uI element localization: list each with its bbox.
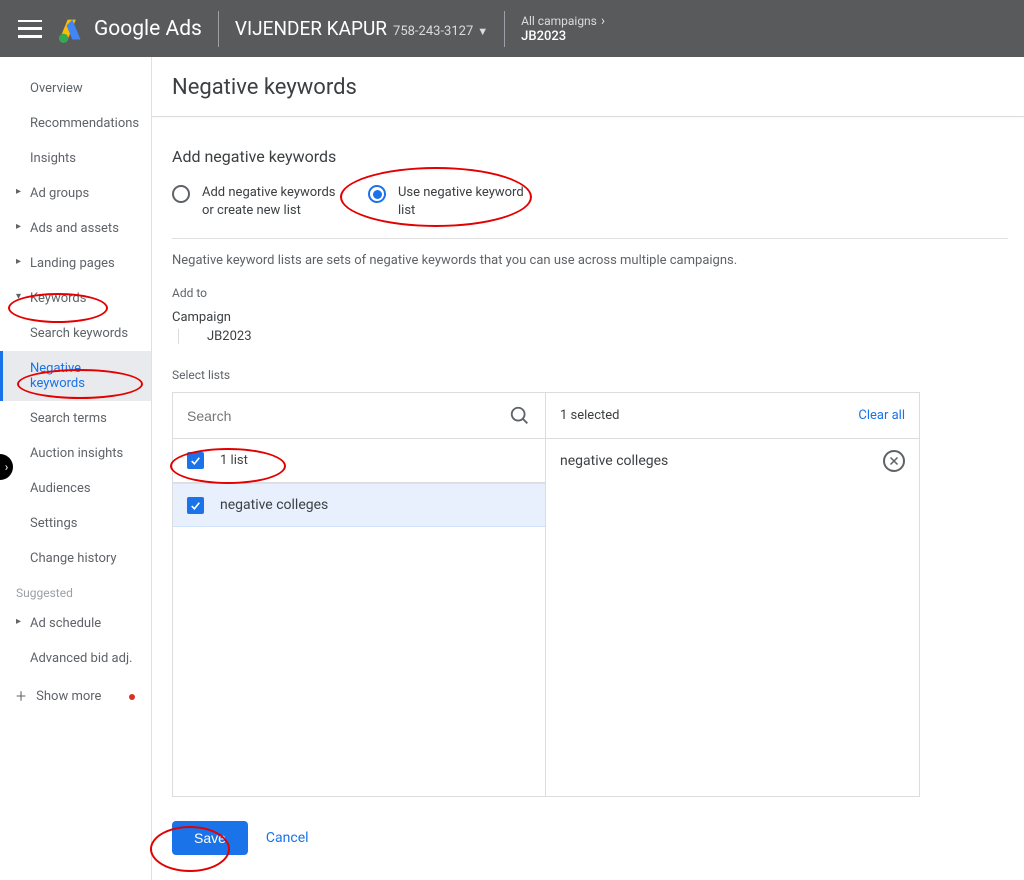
side-nav: Overview Recommendations Insights Ad gro… bbox=[0, 57, 152, 880]
selected-count: 1 selected bbox=[560, 408, 619, 423]
plus-icon: + bbox=[16, 686, 26, 707]
selected-header: 1 selected Clear all bbox=[546, 393, 919, 439]
nav-overview[interactable]: Overview bbox=[0, 71, 151, 106]
account-switcher[interactable]: VIJENDER KAPUR 758-243-3127 ▼ bbox=[235, 17, 488, 40]
nav-auction-insights[interactable]: Auction insights bbox=[0, 436, 151, 471]
title-divider bbox=[152, 116, 1024, 117]
header-divider bbox=[218, 11, 219, 47]
list-selector: 1 list negative colleges 1 selected Clea… bbox=[172, 392, 920, 797]
nav-insights[interactable]: Insights bbox=[0, 141, 151, 176]
google-ads-logo-icon bbox=[56, 15, 84, 43]
nav-keywords[interactable]: Keywords bbox=[0, 281, 151, 316]
campaign-selector[interactable]: Campaign JB2023 bbox=[172, 310, 1008, 344]
alert-dot-icon bbox=[129, 694, 135, 700]
account-id: 758-243-3127 bbox=[393, 24, 473, 39]
nav-ad-groups[interactable]: Ad groups bbox=[0, 176, 151, 211]
list-count-label: 1 list bbox=[220, 453, 248, 468]
chevron-right-icon: › bbox=[601, 13, 605, 29]
selected-lists-pane: 1 selected Clear all negative colleges bbox=[546, 393, 919, 796]
account-name: VIJENDER KAPUR bbox=[235, 17, 387, 40]
hamburger-menu-icon[interactable] bbox=[18, 20, 42, 38]
nav-advanced-bid[interactable]: Advanced bid adj. bbox=[0, 641, 151, 676]
radio-group: Add negative keywords or create new list… bbox=[172, 184, 1008, 239]
campaign-label: Campaign bbox=[172, 310, 1008, 325]
header-divider bbox=[504, 11, 505, 47]
search-row bbox=[173, 393, 545, 439]
chevron-down-icon: ▼ bbox=[477, 25, 488, 38]
nav-show-more[interactable]: + Show more bbox=[0, 676, 151, 717]
radio-label: Use negative keyword list bbox=[398, 184, 538, 220]
list-item[interactable]: negative colleges bbox=[173, 483, 545, 527]
select-all-row[interactable]: 1 list bbox=[173, 439, 545, 483]
section-title: Add negative keywords bbox=[172, 147, 1008, 166]
radio-use-list[interactable]: Use negative keyword list bbox=[368, 184, 538, 220]
checkbox-checked-icon[interactable] bbox=[187, 497, 204, 514]
nav-negative-keywords[interactable]: Negative keywords bbox=[0, 351, 151, 401]
nav-search-terms[interactable]: Search terms bbox=[0, 401, 151, 436]
checkbox-checked-icon[interactable] bbox=[187, 452, 204, 469]
search-input[interactable] bbox=[187, 408, 509, 424]
product-name: Google Ads bbox=[94, 17, 202, 41]
footer-buttons: Save Cancel bbox=[172, 821, 1008, 855]
available-lists-pane: 1 list negative colleges bbox=[173, 393, 546, 796]
breadcrumb-top: All campaigns bbox=[521, 13, 597, 29]
breadcrumb[interactable]: All campaigns › JB2023 bbox=[521, 13, 605, 45]
nav-audiences[interactable]: Audiences bbox=[0, 471, 151, 506]
breadcrumb-current: JB2023 bbox=[521, 29, 605, 45]
search-icon[interactable] bbox=[509, 405, 531, 427]
list-item-label: negative colleges bbox=[220, 497, 328, 513]
selected-item-label: negative colleges bbox=[560, 453, 668, 469]
nav-suggested-label: Suggested bbox=[0, 576, 151, 606]
nav-show-more-label: Show more bbox=[36, 689, 101, 704]
main-content: Negative keywords Add negative keywords … bbox=[152, 57, 1024, 880]
radio-checked-icon bbox=[368, 185, 386, 203]
add-to-label: Add to bbox=[172, 286, 1008, 300]
nav-change-history[interactable]: Change history bbox=[0, 541, 151, 576]
campaign-value: JB2023 bbox=[178, 329, 252, 344]
nav-search-keywords[interactable]: Search keywords bbox=[0, 316, 151, 351]
nav-landing-pages[interactable]: Landing pages bbox=[0, 246, 151, 281]
nav-settings[interactable]: Settings bbox=[0, 506, 151, 541]
page-title: Negative keywords bbox=[172, 75, 1008, 116]
radio-add-keywords[interactable]: Add negative keywords or create new list bbox=[172, 184, 342, 220]
clear-all-button[interactable]: Clear all bbox=[858, 408, 905, 423]
app-header: Google Ads VIJENDER KAPUR 758-243-3127 ▼… bbox=[0, 0, 1024, 57]
nav-recommendations[interactable]: Recommendations bbox=[0, 106, 151, 141]
selected-item: negative colleges bbox=[546, 439, 919, 483]
save-button[interactable]: Save bbox=[172, 821, 248, 855]
description-text: Negative keyword lists are sets of negat… bbox=[172, 253, 1008, 268]
remove-item-button[interactable] bbox=[883, 450, 905, 472]
cancel-button[interactable]: Cancel bbox=[266, 830, 309, 846]
radio-unchecked-icon bbox=[172, 185, 190, 203]
nav-ad-schedule[interactable]: Ad schedule bbox=[0, 606, 151, 641]
radio-label: Add negative keywords or create new list bbox=[202, 184, 342, 220]
close-icon bbox=[888, 455, 900, 467]
nav-ads-assets[interactable]: Ads and assets bbox=[0, 211, 151, 246]
select-lists-label: Select lists bbox=[172, 368, 1008, 382]
